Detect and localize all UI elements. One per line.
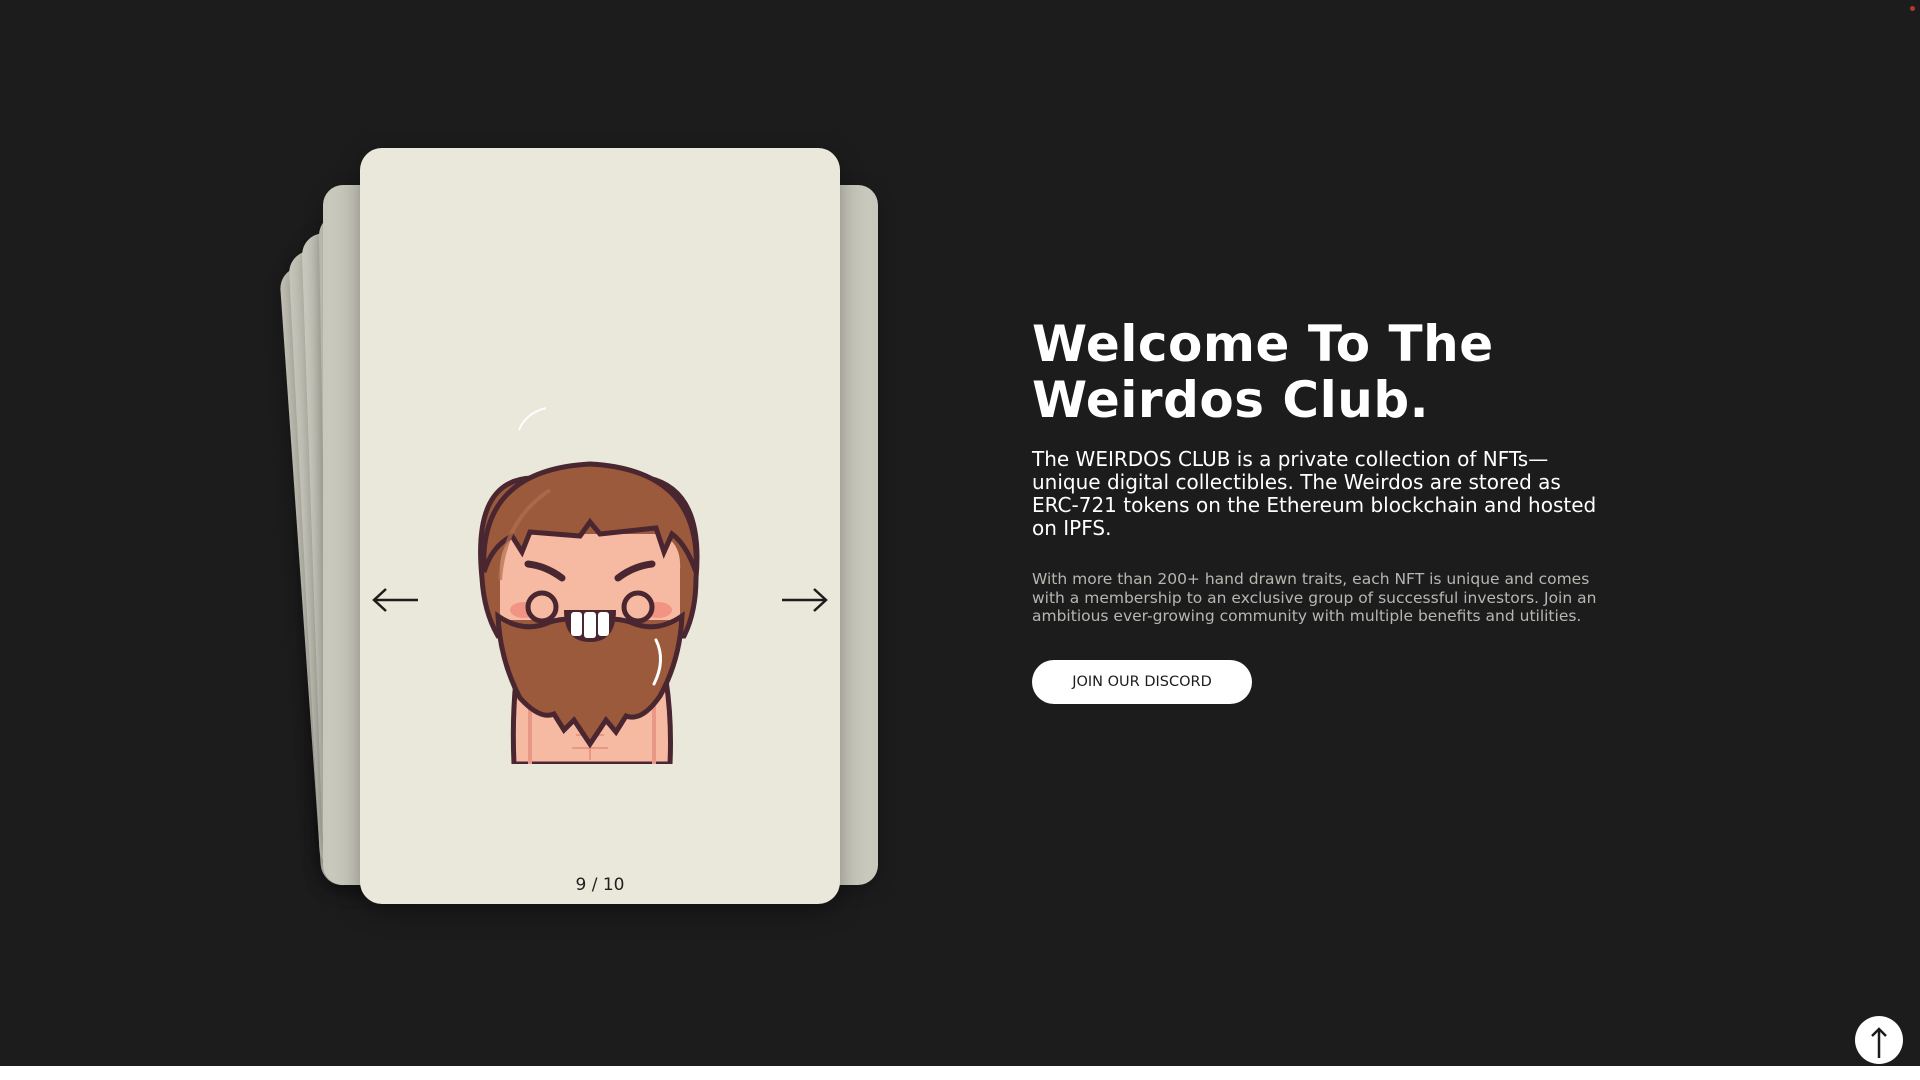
arrow-up-icon (1869, 1025, 1889, 1061)
weirdo-nft-image (460, 320, 740, 764)
previous-slide-button[interactable] (366, 582, 422, 618)
corner-dot (1910, 6, 1915, 11)
bottom-edge (0, 1066, 1920, 1080)
page: 9 / 10 Welcome To The Weirdos Club. The … (0, 0, 1920, 1080)
hero-content: Welcome To The Weirdos Club. The WEIRDOS… (1032, 316, 1612, 704)
slide-counter: 9 / 10 (360, 875, 840, 895)
nft-card-stack: 9 / 10 (260, 140, 900, 920)
arrow-right-icon (778, 582, 834, 618)
intro-paragraph: The WEIRDOS CLUB is a private collection… (1032, 448, 1612, 540)
next-slide-button[interactable] (778, 582, 834, 618)
join-discord-button[interactable]: JOIN OUR DISCORD (1032, 660, 1252, 704)
scroll-to-top-button[interactable] (1855, 1016, 1903, 1064)
arrow-left-icon (366, 582, 422, 618)
page-title: Welcome To The Weirdos Club. (1032, 316, 1612, 428)
detail-paragraph: With more than 200+ hand drawn traits, e… (1032, 570, 1612, 626)
